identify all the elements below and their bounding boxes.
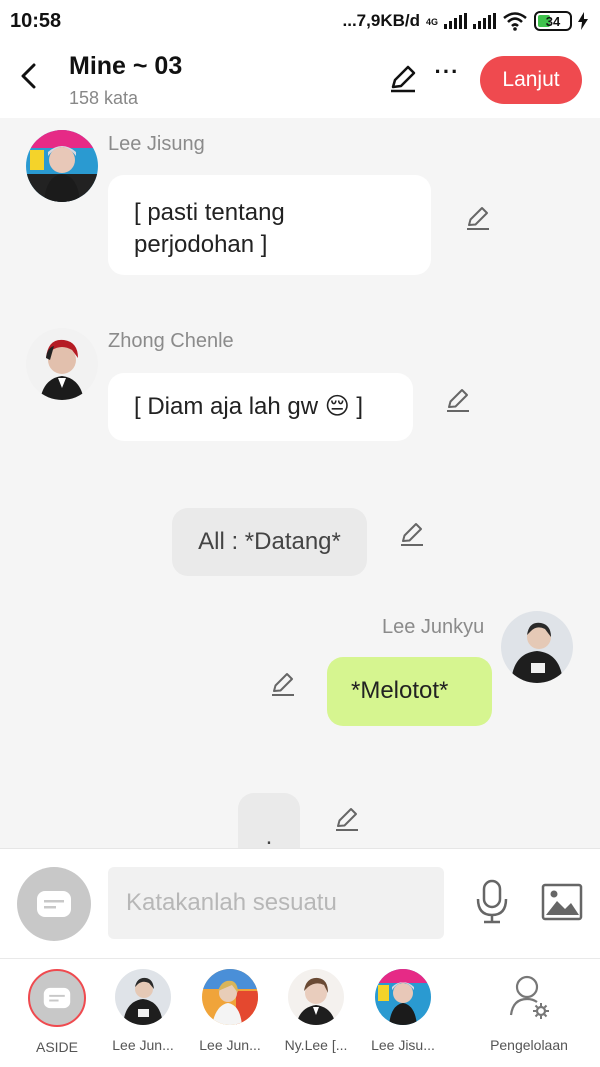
avatar-image: [26, 328, 98, 400]
management-icon-wrap: [501, 969, 557, 1025]
avatar-image: [501, 611, 573, 683]
next-button[interactable]: Lanjut: [480, 56, 582, 104]
back-button[interactable]: [14, 58, 42, 94]
word-count: 158 kata: [69, 88, 139, 108]
edit-message-icon[interactable]: [333, 805, 361, 833]
page-title: Mine ~ 03: [69, 52, 183, 80]
message-bubble[interactable]: [ Diam aja lah gw 😔 ]: [108, 373, 413, 441]
edit-message-icon[interactable]: [398, 520, 426, 548]
tab-character[interactable]: Lee Jun...: [101, 969, 185, 1053]
speaker-name: Lee Junkyu: [382, 616, 485, 638]
aside-chat-icon: [37, 891, 71, 917]
speaker-name: Zhong Chenle: [108, 330, 234, 352]
character-avatar: [115, 969, 171, 1025]
aside-chat-icon: [43, 987, 71, 1009]
more-dots-icon[interactable]: ···: [434, 61, 460, 88]
tab-management[interactable]: Pengelolaan: [478, 969, 580, 1053]
aside-tab-avatar: [28, 969, 86, 1027]
status-indicators: ...7,9KB/d 4G 34: [343, 11, 588, 31]
message-bubble[interactable]: *Melotot*: [327, 657, 492, 726]
character-avatar: [288, 969, 344, 1025]
tab-label: Lee Jun...: [199, 1037, 261, 1053]
edit-message-icon[interactable]: [269, 670, 297, 698]
tab-label: Ny.Lee [...: [284, 1037, 348, 1053]
status-time: 10:58: [10, 9, 62, 32]
charging-icon: [578, 12, 588, 30]
aside-button[interactable]: [17, 867, 91, 941]
message-bubble[interactable]: [ pasti tentang perjodohan ]: [108, 175, 431, 275]
battery-icon: 34: [534, 11, 572, 31]
avatar-lee-junkyu[interactable]: [501, 611, 573, 683]
message-input[interactable]: [108, 867, 444, 939]
tab-character[interactable]: Lee Jisu...: [361, 969, 445, 1053]
battery-level: 34: [545, 13, 561, 29]
microphone-icon[interactable]: [474, 879, 510, 925]
story-header: Mine ~ 03 158 kata ··· Lanjut: [0, 42, 600, 118]
tab-character[interactable]: Ny.Lee [...: [274, 969, 358, 1053]
chat-area[interactable]: Lee Jisung [ pasti tentang perjodohan ] …: [0, 118, 600, 848]
tab-label: ASIDE: [35, 1039, 78, 1055]
avatar-lee-jisung[interactable]: [26, 130, 98, 202]
edit-pencil-icon[interactable]: [388, 64, 418, 94]
avatar-zhong-chenle[interactable]: [26, 328, 98, 400]
signal-icon: [444, 13, 467, 29]
character-avatar: [202, 969, 258, 1025]
speaker-name: Lee Jisung: [108, 133, 205, 155]
character-tab-bar: ASIDE Lee Jun... Lee Jun... Ny.Lee [... …: [0, 958, 600, 1067]
image-icon[interactable]: [541, 883, 583, 921]
wifi-icon: [503, 12, 527, 31]
back-arrow-icon: [21, 63, 36, 89]
narration-bubble[interactable]: All : *Datang*: [172, 508, 367, 576]
network-type: 4G: [425, 17, 438, 27]
tab-label: Lee Jun...: [112, 1037, 174, 1053]
status-bar: 10:58 ...7,9KB/d 4G 34: [0, 0, 600, 42]
narration-bubble[interactable]: .: [238, 793, 300, 848]
avatar-image: [26, 130, 98, 202]
tab-label: Pengelolaan: [490, 1037, 568, 1053]
signal-icon: [473, 13, 496, 29]
input-bar: [0, 848, 600, 958]
tab-label: Lee Jisu...: [371, 1037, 435, 1053]
tab-character[interactable]: Lee Jun...: [188, 969, 272, 1053]
network-speed: ...7,9KB/d: [342, 11, 420, 30]
user-settings-icon: [509, 975, 549, 1019]
tab-aside[interactable]: ASIDE: [15, 969, 99, 1055]
character-avatar: [375, 969, 431, 1025]
edit-message-icon[interactable]: [464, 204, 492, 232]
edit-message-icon[interactable]: [444, 386, 472, 414]
